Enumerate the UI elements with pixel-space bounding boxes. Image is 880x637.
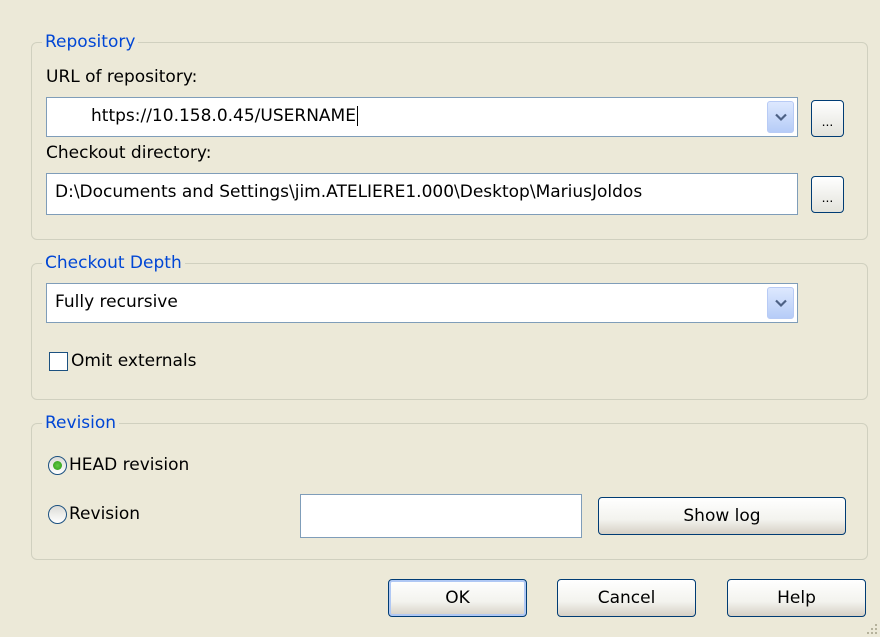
depth-combobox[interactable]: Fully recursive	[46, 283, 798, 323]
browse-url-button[interactable]: ...	[811, 100, 844, 137]
browse-directory-button[interactable]: ...	[811, 176, 844, 213]
help-button[interactable]: Help	[727, 579, 866, 617]
text-caret	[356, 106, 358, 126]
ok-button[interactable]: OK	[388, 579, 527, 617]
cancel-button[interactable]: Cancel	[557, 579, 696, 617]
checkout-directory-input[interactable]: D:\Documents and Settings\jim.ATELIERE1.…	[46, 173, 798, 215]
checkout-directory-text[interactable]: D:\Documents and Settings\jim.ATELIERE1.…	[55, 182, 642, 202]
chevron-down-icon	[774, 299, 787, 307]
head-revision-radio[interactable]	[48, 456, 67, 475]
omit-externals-label[interactable]: Omit externals	[71, 350, 197, 372]
url-input-text[interactable]: https://10.158.0.45/USERNAME	[91, 106, 356, 126]
depth-dropdown-button[interactable]	[767, 287, 794, 319]
omit-externals-checkbox[interactable]	[49, 352, 68, 371]
url-combobox[interactable]: https://10.158.0.45/USERNAME	[46, 97, 798, 137]
revision-group: Revision	[31, 411, 868, 560]
url-dropdown-button[interactable]	[767, 101, 794, 133]
revision-number-input[interactable]	[300, 494, 582, 538]
depth-selected-value: Fully recursive	[55, 292, 178, 312]
checkout-directory-label: Checkout directory:	[46, 143, 212, 163]
radio-selected-dot	[53, 461, 62, 470]
repository-legend: Repository	[42, 30, 139, 54]
url-label: URL of repository:	[46, 67, 198, 87]
resize-grip-icon[interactable]	[866, 623, 878, 635]
show-log-button[interactable]: Show log	[598, 497, 846, 535]
head-revision-label[interactable]: HEAD revision	[69, 454, 189, 476]
revision-legend: Revision	[42, 411, 120, 435]
revision-radio[interactable]	[48, 505, 67, 524]
revision-label[interactable]: Revision	[69, 503, 140, 525]
chevron-down-icon	[774, 113, 787, 121]
checkout-depth-legend: Checkout Depth	[42, 251, 185, 275]
